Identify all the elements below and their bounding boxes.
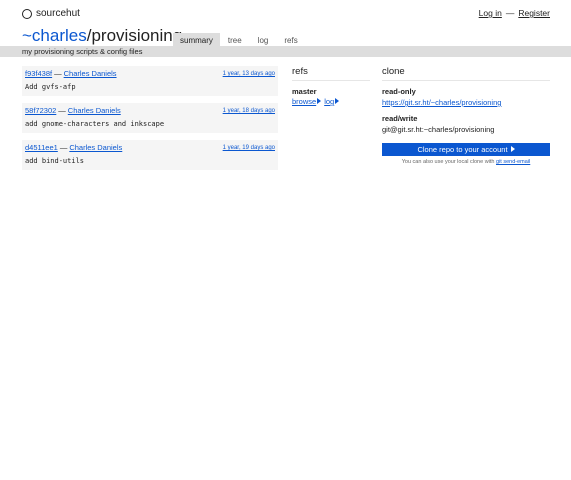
clone-repo-button[interactable]: Clone repo to your account (382, 143, 550, 156)
commit-author-link[interactable]: Charles Daniels (68, 106, 121, 115)
description-bar: my provisioning scripts & config files (0, 46, 571, 57)
clone-note: You can also use your local clone with g… (382, 158, 550, 166)
tab-log[interactable]: log (250, 33, 277, 46)
auth-separator: — (505, 8, 515, 18)
caret-right-icon (335, 98, 340, 104)
commit-date-link[interactable]: 1 year, 18 days ago (223, 106, 275, 116)
browse-link[interactable]: browse (292, 97, 316, 106)
commit-dash: — (59, 143, 68, 152)
commit-header: f93f438f — Charles Daniels (25, 69, 117, 79)
commit-item: d4511ee1— Charles Daniels 1 year, 19 days… (22, 140, 278, 170)
commit-item: 58f72302— Charles Daniels 1 year, 18 days… (22, 103, 278, 133)
caret-right-icon (510, 146, 515, 152)
commit-message: add bind-utils (25, 157, 85, 165)
clone-note-text: You can also use your local clone with (401, 159, 497, 165)
page-title: ~charles/provisioning (22, 26, 182, 46)
repo-name: provisioning (91, 26, 183, 45)
branch-links: browse log (292, 97, 370, 107)
commit-header: d4511ee1— Charles Daniels (25, 143, 122, 153)
readonly-url-link[interactable]: https://git.sr.ht/~charles/provisioning (382, 98, 501, 107)
repo-header: ~charles/provisioning summary tree log r… (0, 26, 571, 46)
login-link[interactable]: Log in (479, 8, 502, 18)
commit-hash-link[interactable]: d4511ee1 (25, 143, 58, 152)
browse-link-group[interactable]: browse (292, 97, 322, 107)
readonly-label: read-only (382, 87, 416, 96)
git-send-email-link[interactable]: git send-email (496, 159, 530, 165)
commit-message: add gnome-characters and inkscape (25, 120, 165, 128)
auth-links: Log in — Register (479, 8, 550, 18)
register-link[interactable]: Register (518, 8, 550, 18)
commit-author-link[interactable]: Charles Daniels (64, 69, 117, 78)
commit-item: f93f438f — Charles Daniels 1 year, 13 days… (22, 66, 278, 96)
repo-description: my provisioning scripts & config files (22, 47, 143, 56)
repo-tabs: summary tree log refs (173, 33, 306, 46)
commit-hash-link[interactable]: f93f438f (25, 69, 52, 78)
log-link[interactable]: log (324, 97, 334, 106)
refs-title: refs (292, 66, 370, 81)
tab-summary[interactable]: summary (173, 33, 220, 46)
tab-tree[interactable]: tree (220, 33, 250, 46)
commit-dash: — (58, 106, 66, 115)
commit-header: 58f72302— Charles Daniels (25, 106, 121, 116)
commit-hash-link[interactable]: 58f72302 (25, 106, 56, 115)
refs-panel: refs master browse log (292, 66, 370, 107)
readwrite-label: read/write (382, 114, 418, 123)
circle-logo-icon (22, 8, 32, 19)
log-link-group[interactable]: log (324, 97, 340, 107)
branch-name: master (292, 87, 317, 96)
top-nav: sourcehut Log in — Register (22, 8, 550, 20)
commit-dash: — (54, 69, 62, 78)
sourcehut-logo[interactable]: sourcehut (22, 8, 80, 19)
clone-panel: clone read-only https://git.sr.ht/~charl… (382, 66, 550, 166)
readwrite-url: git@git.sr.ht:~charles/provisioning (382, 125, 495, 134)
repo-owner-link[interactable]: ~charles (22, 26, 87, 45)
commit-message: Add gvfs-afp (25, 83, 76, 91)
commit-date-link[interactable]: 1 year, 19 days ago (223, 143, 275, 153)
caret-right-icon (317, 98, 322, 104)
commit-list: f93f438f — Charles Daniels 1 year, 13 days… (22, 66, 278, 177)
clone-title: clone (382, 66, 550, 81)
clone-button-label: Clone repo to your account (417, 145, 508, 154)
brand-name: sourcehut (36, 8, 80, 19)
commit-date-link[interactable]: 1 year, 13 days ago (223, 69, 275, 79)
commit-author-link[interactable]: Charles Daniels (69, 143, 122, 152)
tab-refs[interactable]: refs (276, 33, 305, 46)
